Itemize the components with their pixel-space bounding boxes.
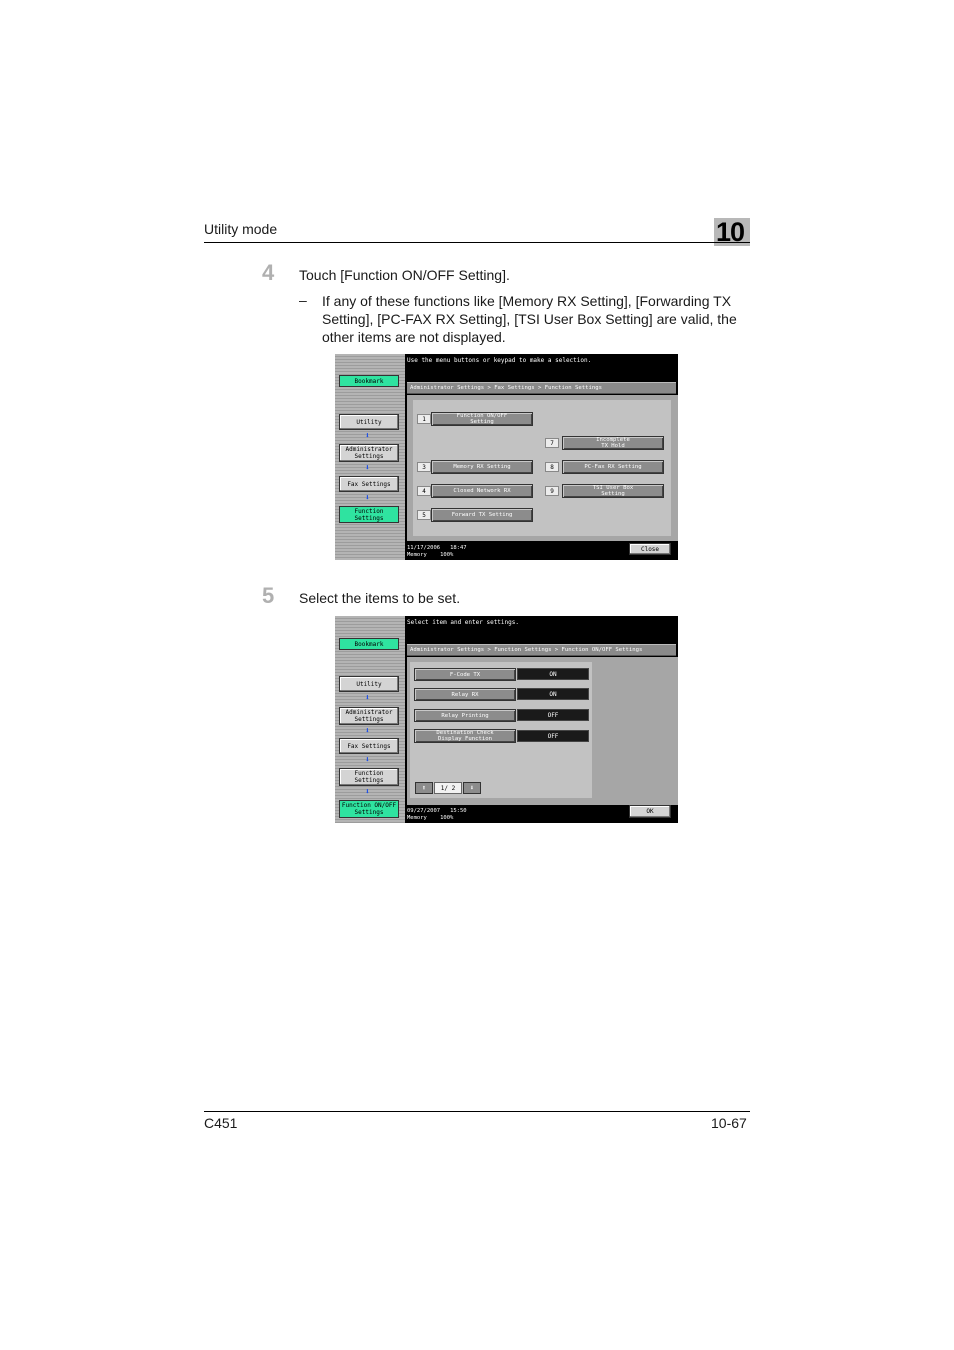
step-4-number: 4 [262, 260, 275, 285]
menu-label: Setting [601, 491, 625, 497]
item-number: 9 [545, 486, 559, 496]
breadcrumb: Administrator Settings > Function Settin… [407, 644, 676, 656]
function-on-off-settings-screen: Bookmark Utility ⬇ Administrator Settings… [335, 616, 678, 823]
step-4-note: If any of these functions like [Memory R… [322, 292, 748, 346]
sidebar-label: Function [354, 770, 384, 777]
menu-label: TX Hold [601, 443, 625, 449]
status-time: 18:47 [450, 545, 467, 551]
item-number: 3 [417, 462, 431, 472]
pc-fax-rx-setting-button[interactable]: PC-Fax RX Setting [562, 460, 664, 474]
forward-tx-setting-button[interactable]: Forward TX Setting [431, 508, 533, 522]
sidebar-label: Settings [354, 716, 384, 723]
ok-button[interactable]: OK [629, 805, 671, 818]
step-4-instruction: Touch [Function ON/OFF Setting]. [299, 267, 510, 283]
item-number: 7 [545, 438, 559, 448]
page-indicator: 1/ 2 [434, 782, 462, 794]
arrow-down-icon: ⬇ [365, 787, 370, 796]
page-down-button[interactable]: ⬇ [463, 782, 481, 794]
sidebar-item-administrator-settings[interactable]: Administrator Settings [339, 707, 399, 725]
page-up-button[interactable]: ⬆ [415, 782, 433, 794]
item-number: 8 [545, 462, 559, 472]
relay-rx-value: ON [517, 688, 589, 700]
function-settings-screen: Bookmark Utility ⬇ Administrator Settings… [335, 354, 678, 560]
destination-check-display-function-value: OFF [517, 730, 589, 742]
sidebar-label: Settings [354, 514, 384, 522]
sidebar-label: Function [354, 507, 384, 515]
footer-page-number: 10-67 [711, 1115, 747, 1131]
incomplete-tx-hold-button[interactable]: Incomplete TX Hold [562, 436, 664, 450]
sidebar-item-function-on-off-settings[interactable]: Function ON/OFF Settings [339, 800, 399, 818]
function-on-off-setting-button[interactable]: Function ON/OFF Setting [431, 412, 533, 426]
footer-rule [204, 1111, 750, 1112]
step-4-note-line-3: other items are not displayed. [322, 329, 506, 345]
sidebar-label: Settings [354, 809, 384, 816]
sidebar-item-function-settings[interactable]: Function Settings [339, 506, 399, 523]
memory-label: Memory [407, 552, 427, 558]
breadcrumb: Administrator Settings > Fax Settings > … [407, 382, 676, 394]
step-4-note-line-2: Setting], [PC-FAX RX Setting], [TSI User… [322, 311, 737, 327]
chapter-number: 10 [716, 217, 745, 247]
memory-rx-setting-button[interactable]: Memory RX Setting [431, 460, 533, 474]
sidebar-label: Administrator [345, 709, 393, 716]
relay-printing-button[interactable]: Relay Printing [414, 709, 516, 722]
footer-model: C451 [204, 1115, 238, 1131]
arrow-down-icon: ⬇ [365, 693, 370, 702]
top-message: Select item and enter settings. [407, 619, 519, 626]
bookmark-button[interactable]: Bookmark [339, 638, 399, 650]
sidebar-item-fax-settings[interactable]: Fax Settings [339, 476, 399, 492]
memory-value: 100% [440, 815, 454, 821]
sidebar-label: Settings [354, 453, 384, 460]
relay-printing-value: OFF [517, 709, 589, 721]
f-code-tx-button[interactable]: F-Code TX [414, 668, 516, 681]
sidebar-item-administrator-settings[interactable]: Administrator Settings [339, 444, 399, 462]
memory-value: 100% [440, 552, 454, 558]
status-datetime: 09/27/2007 15:50 Memory 100% [407, 808, 467, 822]
status-datetime: 11/17/2006 18:47 Memory 100% [407, 545, 467, 559]
sidebar-label: Function ON/OFF [341, 802, 397, 809]
header-rule [204, 242, 750, 243]
arrow-down-icon: ⬇ [365, 726, 370, 735]
item-number: 4 [417, 486, 431, 496]
tsi-user-box-setting-button[interactable]: TSI User Box Setting [562, 484, 664, 498]
memory-label: Memory [407, 815, 427, 821]
sidebar-label: Settings [354, 777, 384, 784]
running-header-section: Utility mode [204, 221, 278, 237]
step-4-note-line-1: If any of these functions like [Memory R… [322, 293, 732, 309]
f-code-tx-value: ON [517, 668, 589, 680]
sidebar-label: Administrator [345, 446, 393, 453]
destination-check-display-function-button[interactable]: Destination Check Display Function [414, 729, 516, 743]
status-date: 11/17/2006 [407, 545, 441, 551]
close-button[interactable]: Close [629, 543, 671, 555]
menu-label: Display Function [438, 736, 492, 742]
item-number: 5 [417, 510, 431, 520]
sidebar-item-utility[interactable]: Utility [339, 676, 399, 692]
arrow-down-icon: ⬇ [365, 431, 370, 440]
closed-network-rx-button[interactable]: Closed Network RX [431, 484, 533, 498]
top-message: Use the menu buttons or keypad to make a… [407, 357, 592, 364]
bookmark-button[interactable]: Bookmark [339, 375, 399, 387]
arrow-down-icon: ⬇ [365, 493, 370, 502]
menu-label: Setting [470, 419, 494, 425]
sidebar-item-function-settings[interactable]: Function Settings [339, 768, 399, 786]
status-date: 09/27/2007 [407, 808, 441, 814]
item-number: 1 [417, 414, 431, 424]
arrow-down-icon: ⬇ [365, 463, 370, 472]
sidebar-item-fax-settings[interactable]: Fax Settings [339, 738, 399, 754]
arrow-down-icon: ⬇ [365, 755, 370, 764]
step-5-number: 5 [262, 583, 275, 608]
status-time: 15:50 [450, 808, 467, 814]
step-5-instruction: Select the items to be set. [299, 590, 461, 606]
relay-rx-button[interactable]: Relay RX [414, 688, 516, 701]
sidebar-item-utility[interactable]: Utility [339, 414, 399, 430]
step-4-note-dash: – [299, 292, 307, 308]
